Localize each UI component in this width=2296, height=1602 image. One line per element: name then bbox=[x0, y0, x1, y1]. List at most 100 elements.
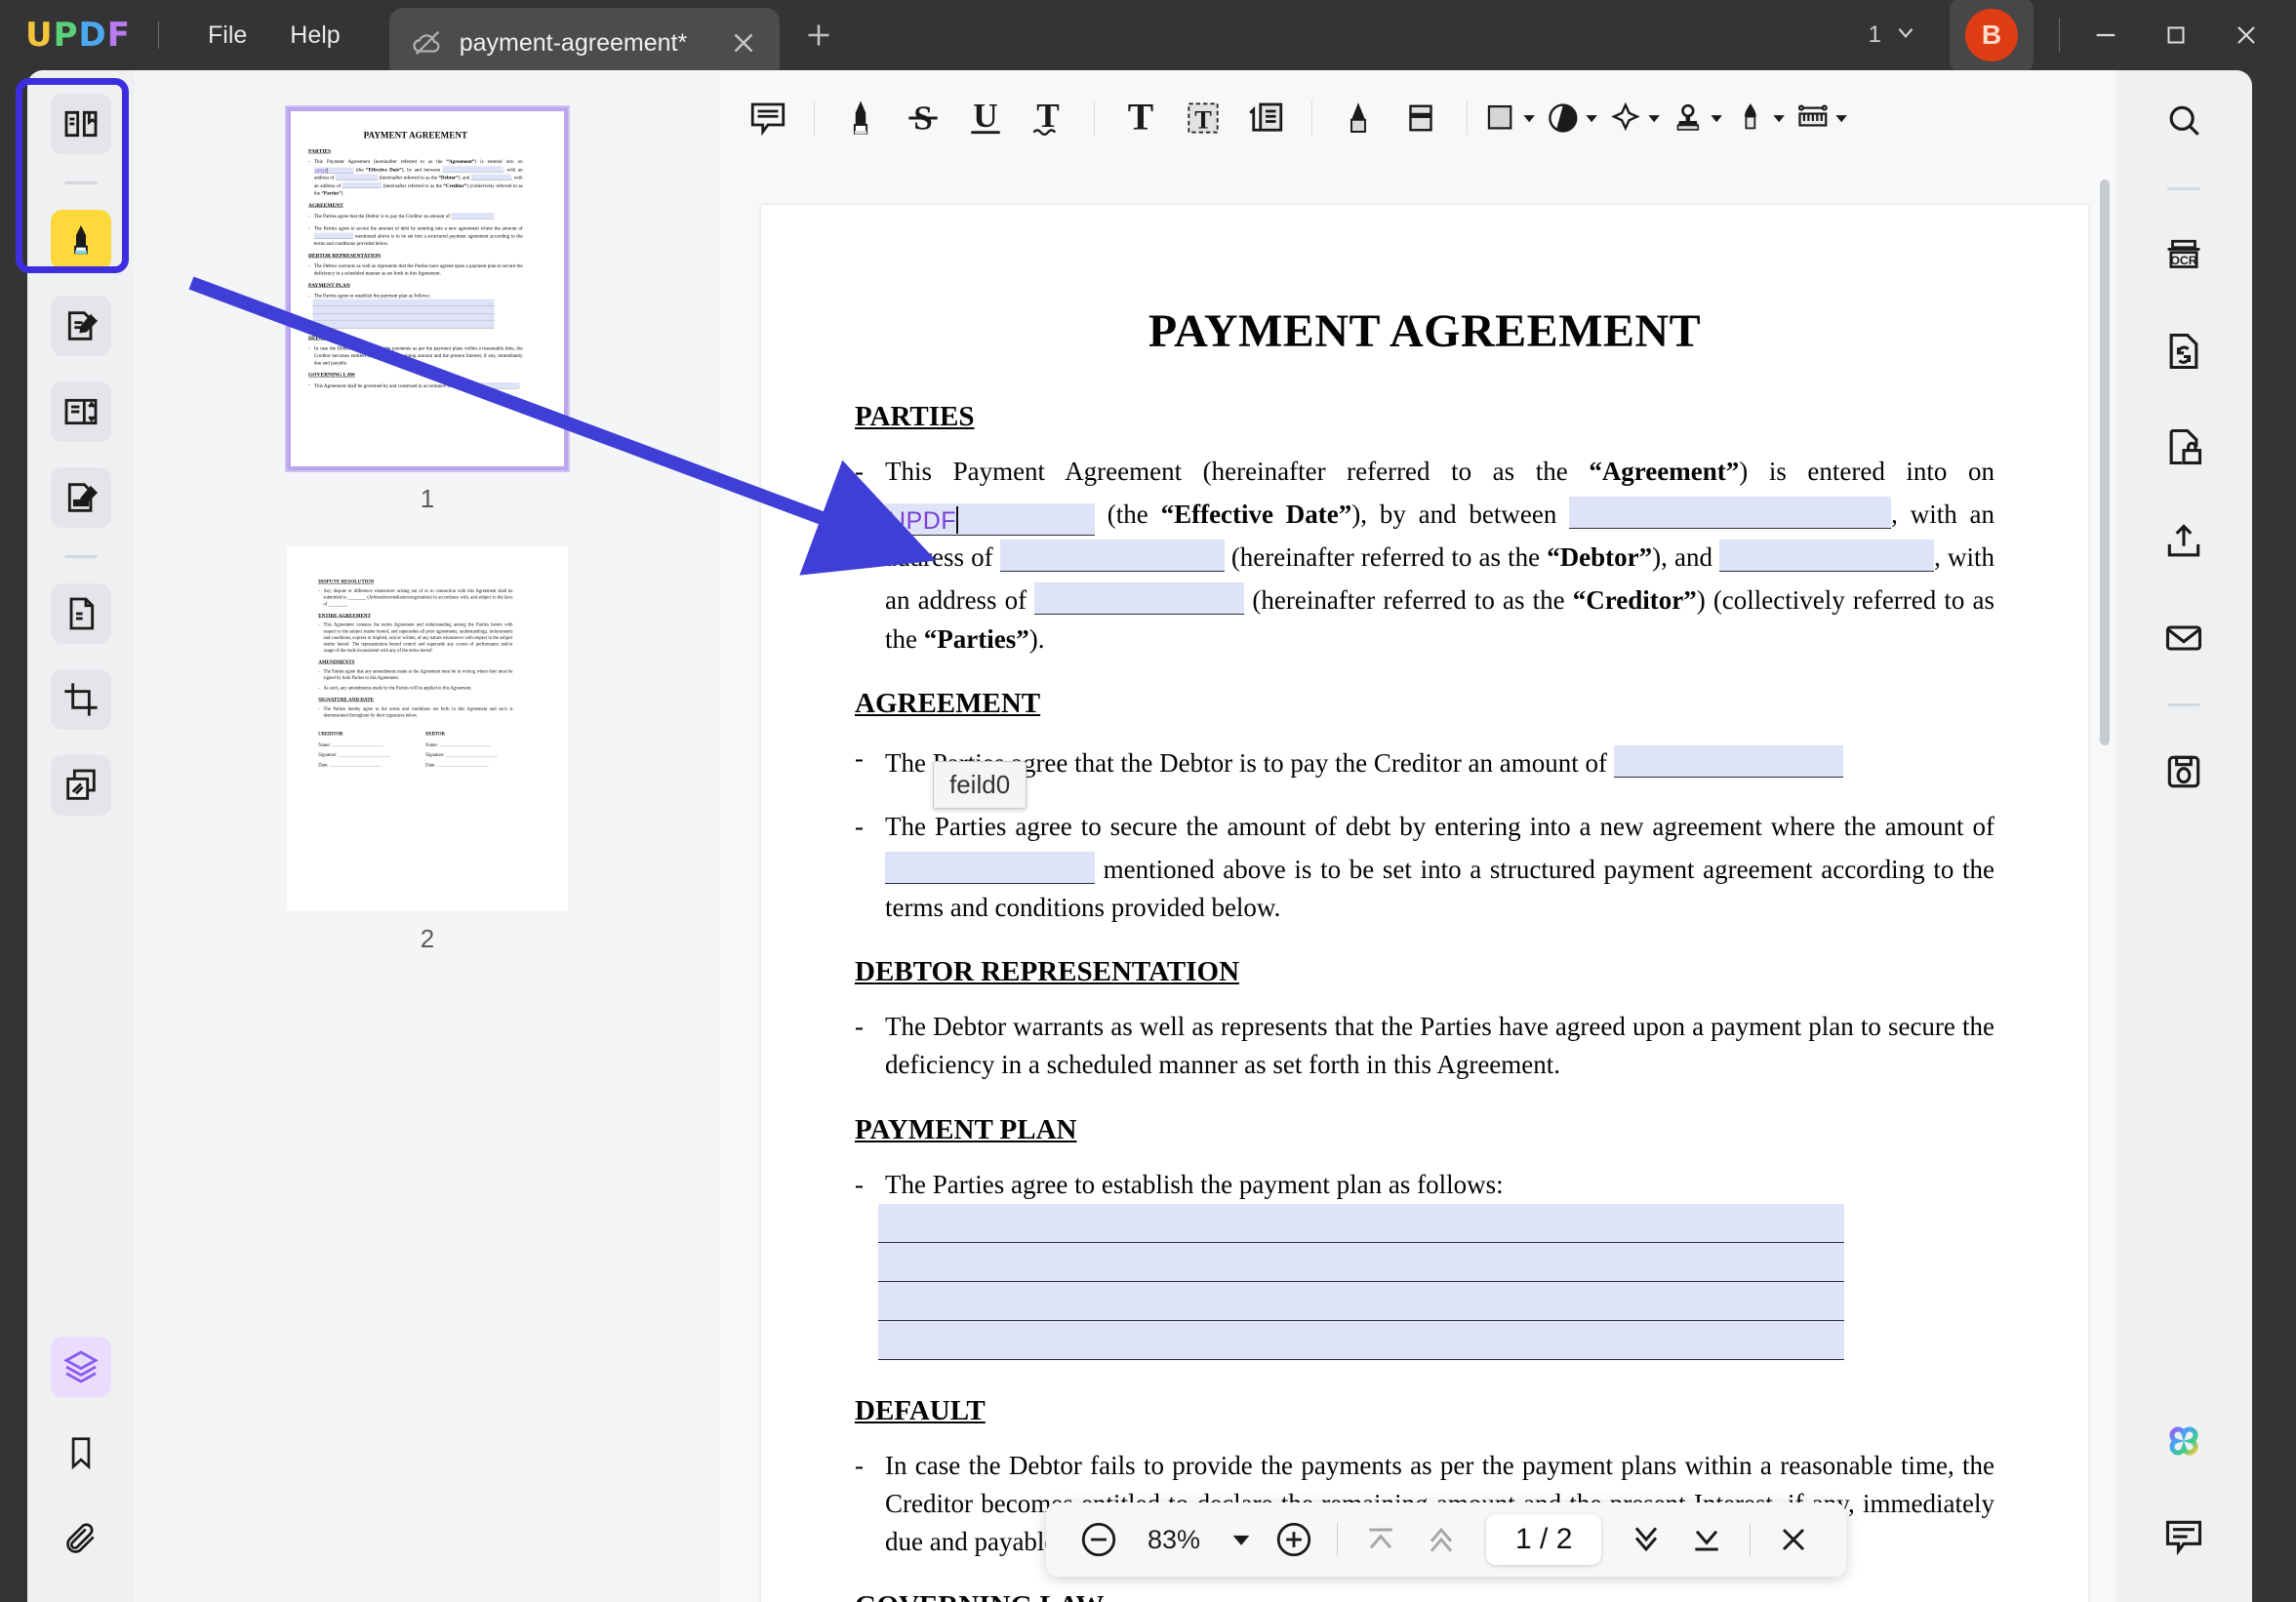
fountain-pen-icon[interactable] bbox=[1733, 88, 1793, 148]
file-convert-icon[interactable] bbox=[2154, 321, 2214, 381]
form-field-amount-1[interactable] bbox=[1614, 745, 1843, 778]
svg-text:OCR: OCR bbox=[2170, 254, 2196, 267]
form-field-line[interactable] bbox=[878, 1204, 1844, 1243]
thumbnail-panel[interactable]: PAYMENT AGREEMENT PARTIES - This Payment… bbox=[135, 70, 720, 1602]
save-disk-icon[interactable] bbox=[2154, 741, 2214, 802]
list-item[interactable]: DISPUTE RESOLUTION-Any dispute or differ… bbox=[287, 547, 568, 954]
form-field-line[interactable] bbox=[878, 1321, 1844, 1360]
page-indicator[interactable]: 1 / 2 bbox=[1486, 1514, 1601, 1565]
caret-down-icon[interactable] bbox=[1222, 1512, 1261, 1567]
page-title: PAYMENT AGREEMENT bbox=[855, 304, 1994, 358]
text-icon[interactable]: T bbox=[1110, 88, 1171, 148]
last-page-icon[interactable] bbox=[1679, 1512, 1734, 1567]
highlighter-icon[interactable] bbox=[830, 88, 891, 148]
sidebar-item-annotate[interactable] bbox=[51, 210, 111, 270]
sidebar-item-compare[interactable] bbox=[51, 755, 111, 816]
close-zoom-toolbar-button[interactable] bbox=[1766, 1512, 1821, 1567]
sidebar-item-reader-view[interactable] bbox=[51, 94, 111, 154]
document-viewer[interactable]: PAYMENT AGREEMENT PARTIES - This Payment… bbox=[720, 166, 2115, 1602]
paragraph: -The Parties agree that any amendments m… bbox=[318, 668, 512, 681]
bullet-dash: - bbox=[855, 1166, 864, 1204]
pdf-page-1[interactable]: PAYMENT AGREEMENT PARTIES - This Payment… bbox=[761, 205, 2088, 1602]
window-page-selector[interactable]: 1 bbox=[1855, 12, 1932, 60]
prev-page-icon[interactable] bbox=[1414, 1512, 1469, 1567]
svg-text:T: T bbox=[1194, 104, 1212, 134]
logo-letter-d: D bbox=[79, 16, 107, 55]
search-icon[interactable] bbox=[2154, 92, 2214, 152]
form-field-amount-2[interactable] bbox=[885, 852, 1095, 884]
share-upload-icon[interactable] bbox=[2154, 512, 2214, 573]
caret-down-icon bbox=[1585, 110, 1598, 126]
first-page-icon[interactable] bbox=[1353, 1512, 1408, 1567]
list-item[interactable]: PAYMENT AGREEMENT PARTIES - This Payment… bbox=[287, 107, 568, 514]
document-tab[interactable]: payment-agreement* bbox=[389, 8, 780, 78]
close-icon[interactable] bbox=[727, 26, 760, 60]
form-field-creditor-address[interactable] bbox=[1034, 582, 1244, 615]
next-page-icon[interactable] bbox=[1619, 1512, 1673, 1567]
maximize-icon[interactable] bbox=[2144, 8, 2208, 62]
thumbnail-content: PAYMENT AGREEMENT PARTIES - This Payment… bbox=[291, 111, 568, 470]
minimize-icon[interactable] bbox=[2074, 8, 2138, 62]
new-tab-button[interactable] bbox=[801, 18, 836, 53]
comment-icon[interactable] bbox=[2154, 1506, 2214, 1567]
ruler-icon[interactable] bbox=[1795, 88, 1856, 148]
sidebar-item-edit-pdf[interactable] bbox=[51, 296, 111, 356]
zoom-in-button[interactable] bbox=[1267, 1512, 1321, 1567]
sidebar-item-crop[interactable] bbox=[51, 669, 111, 730]
form-field-debtor-address[interactable] bbox=[1000, 540, 1225, 572]
section-heading-parties: PARTIES bbox=[855, 401, 1994, 433]
sidebar-item-attachments[interactable] bbox=[51, 1508, 111, 1569]
sidebar-item-fill-and-sign[interactable] bbox=[51, 467, 111, 528]
page-thumbnail-1[interactable]: PAYMENT AGREEMENT PARTIES - This Payment… bbox=[287, 107, 568, 470]
tab-title: payment-agreement* bbox=[460, 29, 711, 58]
eraser-icon[interactable] bbox=[1390, 88, 1451, 148]
note-icon[interactable] bbox=[738, 88, 798, 148]
divider bbox=[158, 21, 159, 49]
sidebar-item-bookmarks[interactable] bbox=[51, 1422, 111, 1483]
cloud-off-icon bbox=[411, 26, 444, 60]
divider bbox=[814, 100, 815, 136]
form-field-creditor-name[interactable] bbox=[1719, 540, 1934, 572]
underline-icon[interactable]: U bbox=[955, 88, 1016, 148]
paragraph-text: This Payment Agreement (hereinafter refe… bbox=[885, 453, 1994, 659]
sidebar-item-ai-assistant[interactable] bbox=[51, 1337, 111, 1397]
svg-text:T: T bbox=[1036, 97, 1059, 135]
zoom-level-label[interactable]: 83% bbox=[1132, 1525, 1216, 1555]
ai-clover-icon[interactable] bbox=[2154, 1411, 2214, 1471]
form-field-governing-law bbox=[480, 382, 519, 388]
close-icon[interactable] bbox=[2214, 8, 2278, 62]
section-heading-agreement: AGREEMENT bbox=[855, 688, 1994, 720]
field-value: UPDF bbox=[888, 507, 956, 535]
envelope-icon[interactable] bbox=[2154, 608, 2214, 668]
form-field-effective-date[interactable]: UPDF bbox=[885, 503, 1095, 536]
stamp-icon[interactable] bbox=[1671, 88, 1731, 148]
pdf-page-1[interactable]: PAYMENT AGREEMENT PARTIES - This Payment… bbox=[291, 111, 541, 434]
form-field-payment-plan-lines[interactable] bbox=[878, 1204, 1844, 1360]
section-heading: SIGNATURE AND DATE bbox=[318, 697, 512, 702]
form-field-line[interactable] bbox=[878, 1243, 1844, 1282]
logo-letter-u: U bbox=[25, 16, 54, 55]
pencil-icon[interactable] bbox=[1328, 88, 1389, 148]
text-field-icon[interactable]: T bbox=[1173, 88, 1233, 148]
sticker-icon[interactable] bbox=[1546, 88, 1606, 148]
pdf-page-2-preview: DISPUTE RESOLUTION-Any dispute or differ… bbox=[291, 551, 541, 874]
page-thumbnail-2[interactable]: DISPUTE RESOLUTION-Any dispute or differ… bbox=[287, 547, 568, 910]
squiggly-icon[interactable]: T bbox=[1018, 88, 1078, 148]
form-field-line[interactable] bbox=[878, 1282, 1844, 1321]
file-lock-icon[interactable] bbox=[2154, 417, 2214, 477]
callout-icon[interactable] bbox=[1235, 88, 1296, 148]
ocr-icon[interactable]: OCR bbox=[2154, 225, 2214, 286]
vertical-scrollbar[interactable] bbox=[2100, 180, 2110, 745]
account-button[interactable]: B bbox=[1950, 0, 2034, 71]
sidebar-item-page-organize[interactable] bbox=[51, 381, 111, 442]
bullet-dash: - bbox=[855, 453, 864, 659]
sidebar-item-compress[interactable] bbox=[51, 583, 111, 644]
menu-file[interactable]: File bbox=[186, 16, 268, 56]
menu-help[interactable]: Help bbox=[268, 16, 361, 56]
star-stamp-icon[interactable] bbox=[1608, 88, 1669, 148]
paragraph-parties: - This Payment Agreement (hereinafter re… bbox=[308, 158, 523, 197]
square-shape-icon[interactable] bbox=[1483, 88, 1544, 148]
form-field-debtor-name[interactable] bbox=[1569, 497, 1891, 529]
strikethrough-icon[interactable]: S bbox=[893, 88, 953, 148]
zoom-out-button[interactable] bbox=[1071, 1512, 1126, 1567]
